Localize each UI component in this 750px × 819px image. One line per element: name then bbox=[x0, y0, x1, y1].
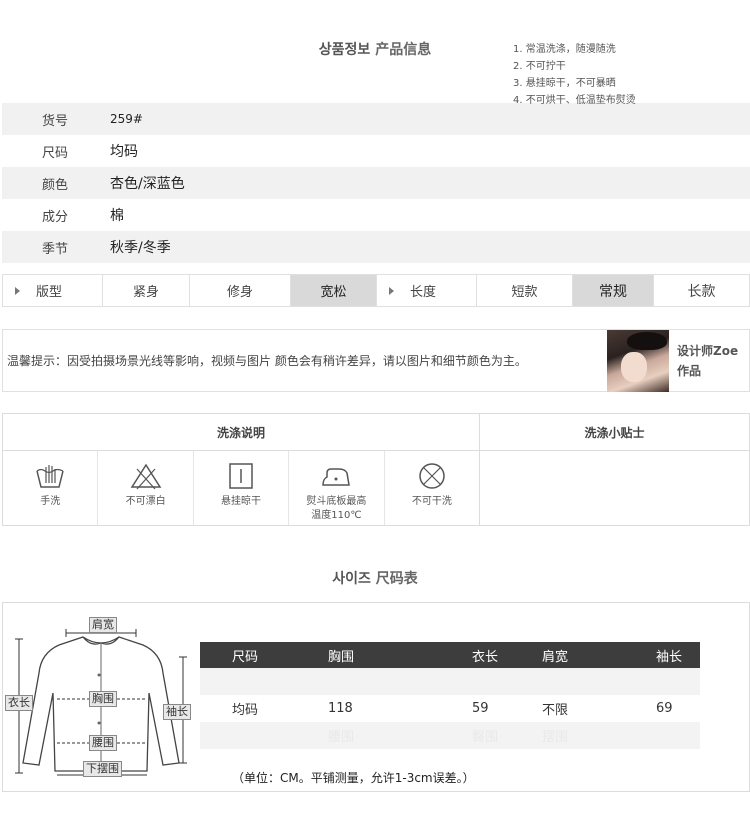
product-info-title: 상품정보 产品信息 bbox=[0, 39, 750, 59]
fit-type-label: 版型 bbox=[36, 285, 63, 300]
title-korean: 사이즈 bbox=[332, 571, 371, 587]
designer-avatar bbox=[607, 329, 669, 392]
info-row-season: 季节 秋季/冬季 bbox=[2, 231, 750, 263]
size-chart-title: 사이즈 尺码表 bbox=[0, 568, 750, 588]
length-option-short: 短款 bbox=[477, 275, 573, 306]
label-chest: 胸围 bbox=[89, 691, 117, 707]
triangle-icon bbox=[15, 286, 20, 295]
title-chinese: 产品信息 bbox=[375, 42, 432, 58]
info-value: 杏色/深蓝色 bbox=[110, 176, 185, 192]
fit-option-tight: 紧身 bbox=[103, 275, 190, 306]
no-dry-clean-icon bbox=[419, 463, 445, 489]
label-length: 衣长 bbox=[5, 695, 33, 711]
fit-option-loose: 宽松 bbox=[291, 275, 377, 306]
wash-label-line2: 温度110℃ bbox=[311, 510, 362, 521]
wash-title: 洗涤说明 bbox=[3, 414, 480, 451]
fit-option-slim: 修身 bbox=[190, 275, 291, 306]
wash-tip: 4. 不可烘干、低温垫布熨烫 bbox=[513, 95, 636, 106]
fit-selector: 版型 紧身 修身 宽松 长度 短款 常规 长款 bbox=[2, 274, 750, 307]
hang-dry-icon bbox=[229, 463, 253, 489]
info-key: 季节 bbox=[42, 241, 69, 257]
table-cell: 69 bbox=[656, 701, 673, 716]
notice-banner: 温馨提示：因受拍摄场景光线等影响，视频与图片 颜色会有稍许差异，请以图片和细节颜… bbox=[2, 329, 750, 392]
product-info-table: 货号 259# 尺码 均码 颜色 杏色/深蓝色 成分 棉 季节 秋季/冬季 bbox=[2, 103, 750, 263]
iron-icon bbox=[322, 468, 351, 486]
wash-item: 悬挂晾干 bbox=[194, 451, 290, 525]
wash-label: 悬挂晾干 bbox=[221, 496, 262, 507]
ghost-label: 腰围 bbox=[328, 730, 355, 745]
designer-credit: 设计师Zoe 作品 bbox=[669, 341, 749, 381]
length-header: 长度 bbox=[377, 275, 477, 306]
wash-label: 熨斗底板最高 bbox=[306, 496, 367, 507]
wash-tips-list: 1. 常温洗涤，随漫随洗 2. 不可拧干 3. 悬挂晾干，不可暴晒 4. 不可烘… bbox=[513, 41, 636, 109]
info-value: 秋季/冬季 bbox=[110, 240, 171, 256]
shirt-diagram: 肩宽 胸围 腰围 下摆围 衣长 袖长 bbox=[5, 613, 191, 783]
wash-label: 不可漂白 bbox=[125, 496, 166, 507]
info-row-item-no: 货号 259# bbox=[2, 103, 750, 135]
fit-type-header: 版型 bbox=[3, 275, 103, 306]
header-cell: 袖长 bbox=[656, 649, 683, 665]
triangle-icon bbox=[389, 286, 394, 295]
info-value: 棉 bbox=[110, 208, 124, 224]
label-sleeve: 袖长 bbox=[163, 704, 191, 720]
info-key: 成分 bbox=[42, 209, 69, 225]
size-table: 尺码 胸围 衣长 肩宽 袖长 均码 118 59 不限 69 腰围 臀围 摆围 bbox=[200, 642, 700, 749]
notice-text: 温馨提示：因受拍摄场景光线等影响，视频与图片 颜色会有稍许差异，请以图片和细节颜… bbox=[7, 354, 527, 368]
hat-shape bbox=[627, 331, 667, 350]
designer-work: 作品 bbox=[677, 363, 702, 378]
header-cell: 尺码 bbox=[232, 649, 259, 665]
size-table-header: 尺码 胸围 衣长 肩宽 袖长 bbox=[200, 642, 700, 668]
header-cell: 肩宽 bbox=[542, 649, 569, 665]
wash-tip: 1. 常温洗涤，随漫随洗 bbox=[513, 44, 616, 55]
table-cell: 不限 bbox=[542, 703, 569, 718]
wash-tip: 3. 悬挂晾干，不可暴晒 bbox=[513, 78, 616, 89]
header-cell: 胸围 bbox=[328, 649, 355, 665]
info-row-material: 成分 棉 bbox=[2, 199, 750, 231]
table-cell: 118 bbox=[328, 701, 353, 716]
table-row: 均码 118 59 不限 69 bbox=[200, 695, 700, 722]
size-table-ghost-row: 腰围 臀围 摆围 bbox=[200, 722, 700, 749]
ghost-label: 摆围 bbox=[542, 730, 569, 745]
unit-note: （单位：CM。平铺测量，允许1-3cm误差。） bbox=[232, 771, 475, 785]
title-chinese: 尺码表 bbox=[375, 571, 418, 587]
length-option-regular: 常规 bbox=[573, 275, 654, 306]
wash-instructions: 洗涤说明 洗涤小贴士 手洗 不可漂白 悬挂晾干 熨斗底板最高 温度110℃ 不可… bbox=[2, 413, 750, 526]
wash-icons: 手洗 不可漂白 悬挂晾干 熨斗底板最高 温度110℃ 不可干洗 bbox=[3, 451, 480, 525]
wash-item: 不可漂白 bbox=[98, 451, 194, 525]
wash-label: 不可干洗 bbox=[411, 496, 452, 507]
header-cell: 衣长 bbox=[472, 649, 499, 665]
label-hem: 下摆围 bbox=[83, 761, 122, 777]
label-waist: 腰围 bbox=[89, 735, 117, 751]
info-row-size: 尺码 均码 bbox=[2, 135, 750, 167]
label-shoulder: 肩宽 bbox=[89, 617, 117, 633]
info-row-color: 颜色 杏色/深蓝色 bbox=[2, 167, 750, 199]
wash-tips-title: 洗涤小贴士 bbox=[480, 414, 749, 451]
wash-item: 不可干洗 bbox=[385, 451, 479, 525]
length-label: 长度 bbox=[410, 285, 437, 300]
info-value: 均码 bbox=[110, 144, 138, 160]
designer-name: 设计师Zoe bbox=[677, 343, 739, 358]
size-chart: 肩宽 胸围 腰围 下摆围 衣长 袖长 尺码 胸围 衣长 肩宽 袖长 均码 118… bbox=[2, 602, 750, 792]
info-key: 尺码 bbox=[42, 145, 69, 161]
table-cell: 59 bbox=[472, 701, 489, 716]
wash-tip: 2. 不可拧干 bbox=[513, 61, 566, 72]
info-value: 259# bbox=[110, 112, 143, 126]
hand-wash-icon bbox=[36, 465, 64, 488]
ghost-label: 臀围 bbox=[472, 730, 499, 745]
no-bleach-icon bbox=[130, 463, 161, 490]
wash-item: 手洗 bbox=[3, 451, 99, 525]
face-shape bbox=[621, 351, 647, 382]
size-table-spacer bbox=[200, 668, 700, 695]
info-key: 颜色 bbox=[42, 177, 69, 193]
info-key: 货号 bbox=[42, 113, 69, 129]
table-cell: 均码 bbox=[232, 703, 259, 718]
length-option-long: 长款 bbox=[687, 283, 716, 300]
wash-item: 熨斗底板最高 温度110℃ bbox=[289, 451, 385, 525]
title-korean: 상품정보 bbox=[318, 42, 371, 58]
wash-label: 手洗 bbox=[40, 496, 61, 507]
